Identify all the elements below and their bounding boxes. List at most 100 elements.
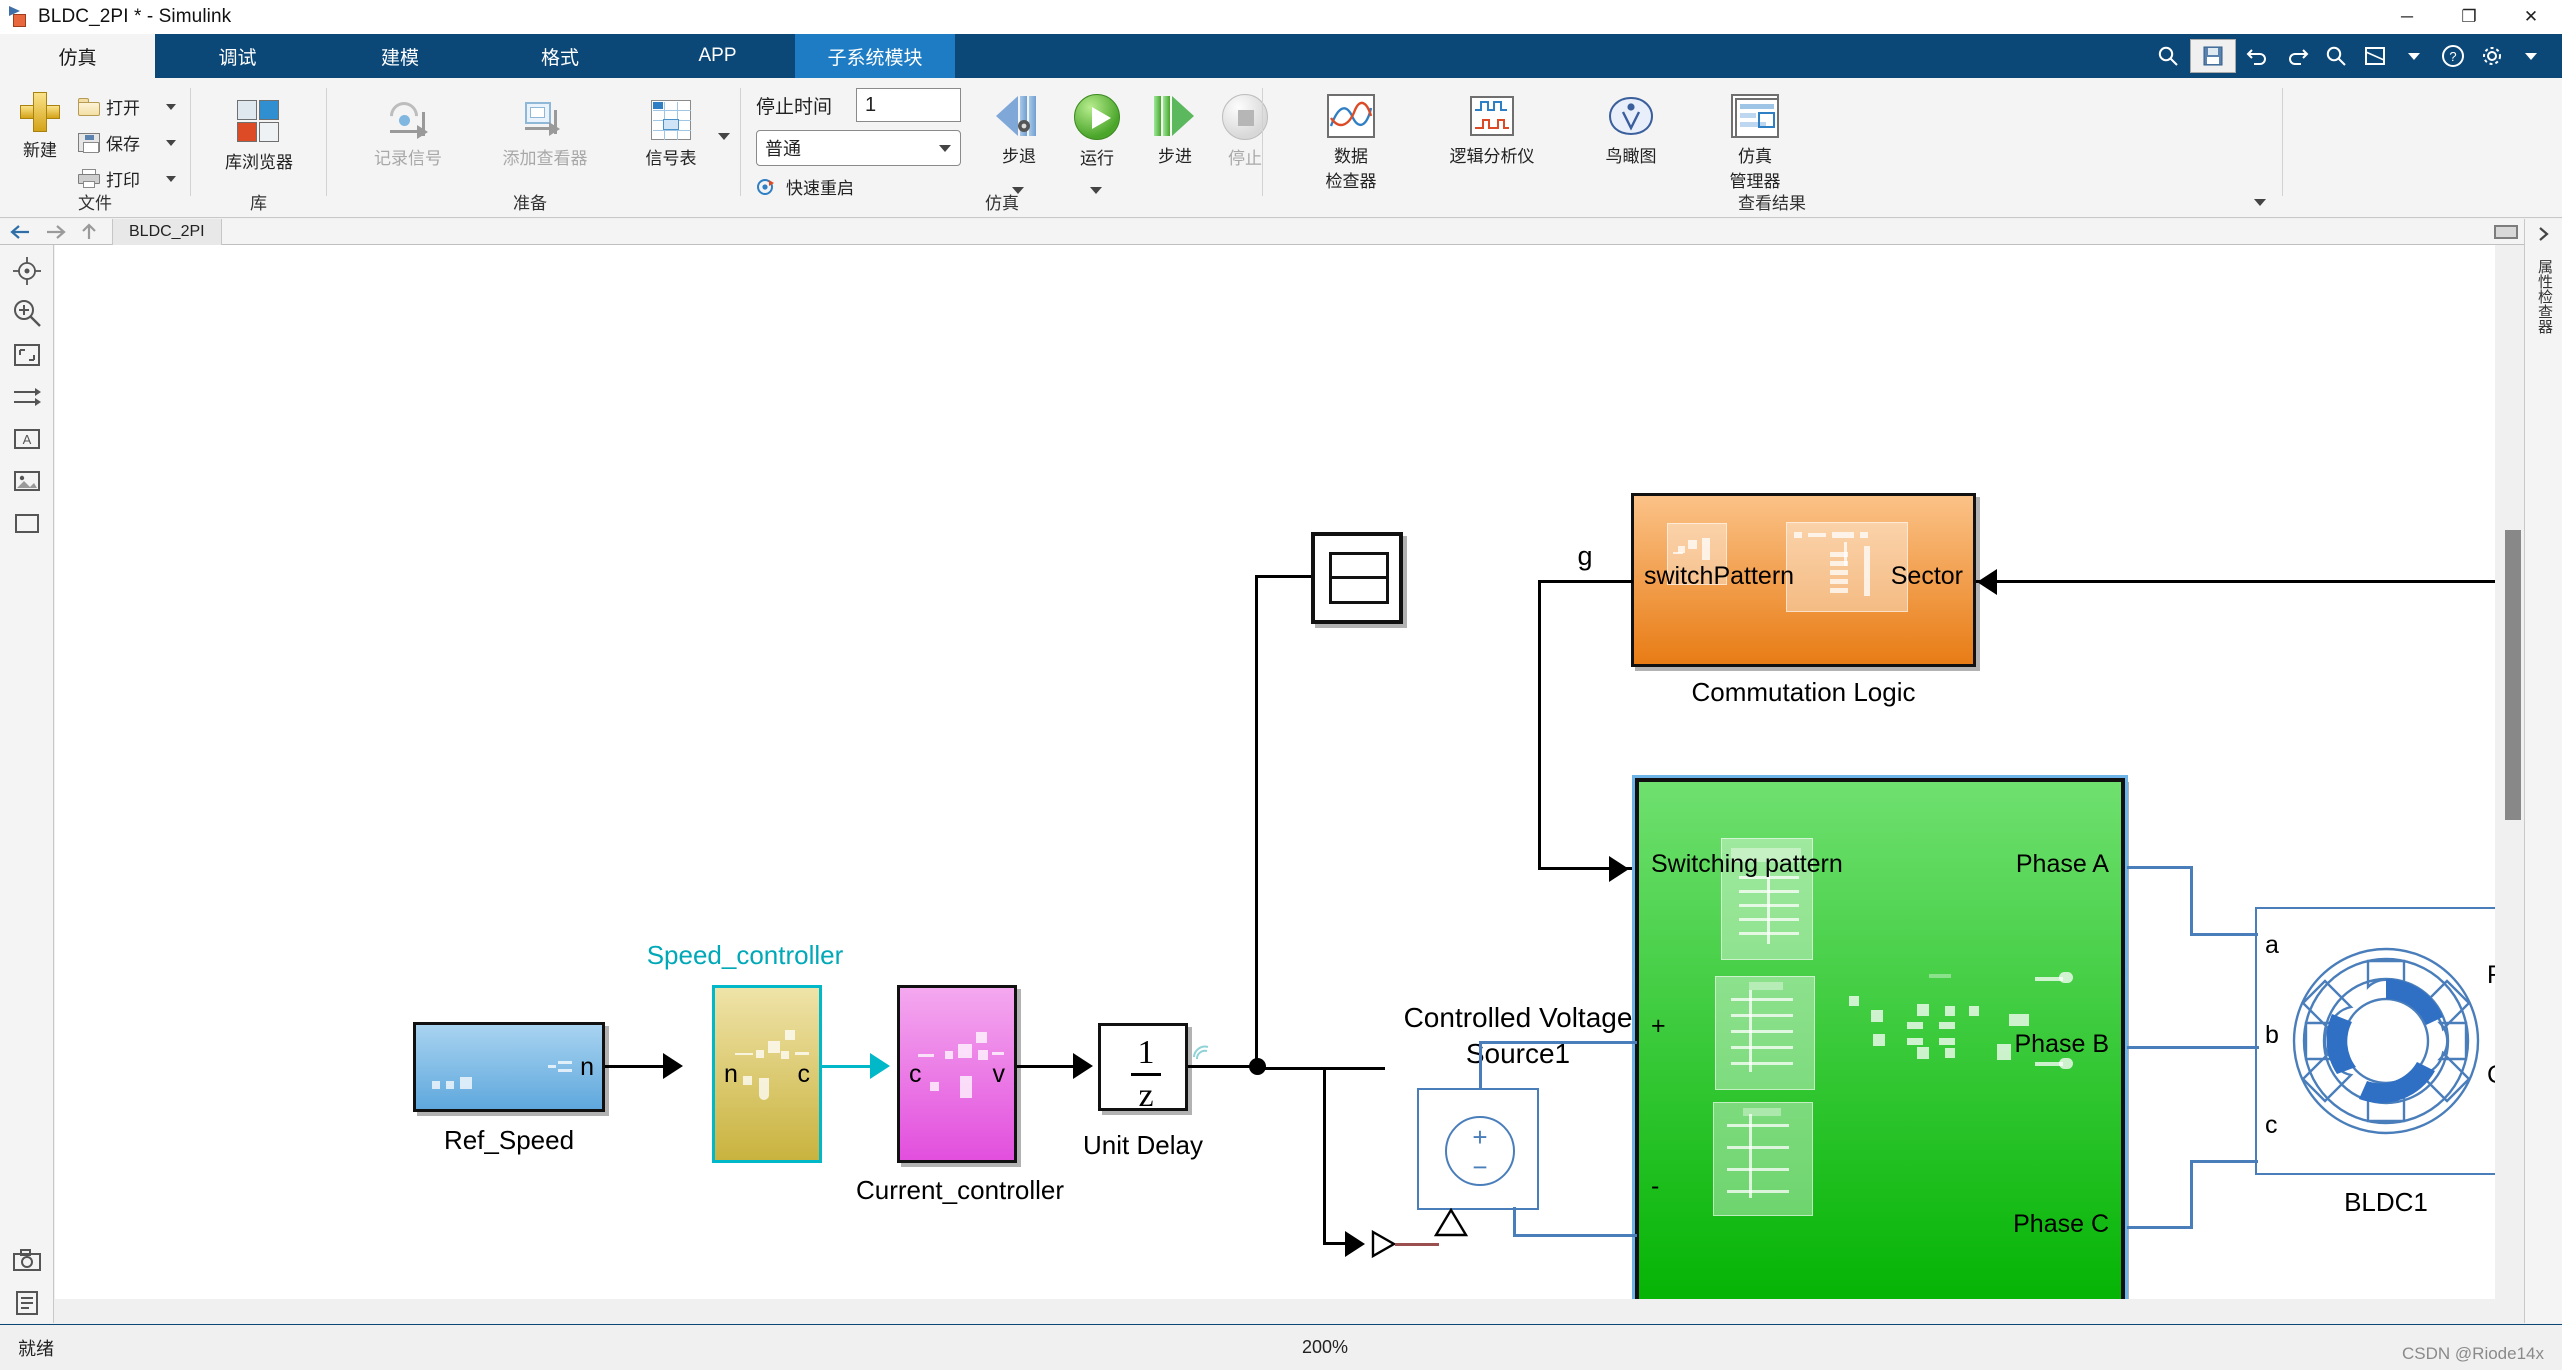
property-inspector-collapse-icon[interactable] <box>2533 225 2555 248</box>
open-chevron-down-icon[interactable] <box>166 104 176 110</box>
tab-subsystem-block[interactable]: 子系统模块 <box>795 34 955 78</box>
help-icon[interactable]: ? <box>2436 39 2470 73</box>
model-canvas[interactable]: n Ref_Speed Speed_controller n c <box>55 245 2495 1299</box>
bldc-port-c-label: c <box>2265 1111 2278 1140</box>
step-forward-button[interactable]: 步进 <box>1140 94 1210 167</box>
wire-g-to-commutation <box>1538 580 1633 583</box>
block-current-controller[interactable]: c v <box>897 985 1017 1163</box>
add-viewer-button[interactable]: 添加查看器 <box>477 100 613 169</box>
library-grid-icon <box>237 100 281 144</box>
log-signals-button[interactable]: 记录信号 <box>343 100 473 169</box>
annotation-text-icon[interactable]: A <box>11 423 43 455</box>
canvas-toolbar: BLDC_2PI <box>0 219 2562 245</box>
play-icon <box>1074 94 1120 140</box>
minimize-button[interactable]: ─ <box>2376 0 2438 34</box>
wire-phaseb <box>2127 1046 2259 1049</box>
settings-icon[interactable] <box>2475 39 2509 73</box>
vertical-scroll-thumb[interactable] <box>2505 530 2521 820</box>
inverter-phase-a-port-label: Phase A <box>2016 850 2109 879</box>
wire-speedctl-currctl <box>822 1065 874 1068</box>
tab-simulation[interactable]: 仿真 <box>0 34 155 78</box>
mode-chevron-down-icon[interactable] <box>939 145 951 152</box>
fit-to-view-icon[interactable] <box>2358 39 2392 73</box>
window-title: BLDC_2PI * - Simulink <box>38 6 231 28</box>
simulation-mode-select[interactable]: 普通 <box>756 130 961 166</box>
inverter-phase-c-port-label: Phase C <box>2013 1210 2109 1239</box>
fit-to-window-icon[interactable] <box>11 339 43 371</box>
birds-eye-scope-button[interactable]: 鸟瞰图 <box>1576 94 1686 167</box>
pan-icon[interactable] <box>11 255 43 287</box>
logic-analyzer-button[interactable]: 逻辑分析仪 <box>1422 94 1562 167</box>
maximize-button[interactable]: ❐ <box>2438 0 2500 34</box>
undo-icon[interactable] <box>2241 39 2275 73</box>
block-commutation-logic[interactable]: switchPattern Sector <box>1631 493 1976 667</box>
library-browser-button[interactable]: 库浏览器 <box>211 100 307 173</box>
fit-chevron-down-icon[interactable] <box>2397 39 2431 73</box>
stop-time-input[interactable]: 1 <box>856 88 961 122</box>
run-button[interactable]: 运行 <box>1062 94 1132 169</box>
back-arrow-icon[interactable] <box>8 221 34 243</box>
area-rectangle-icon[interactable] <box>11 507 43 539</box>
forward-arrow-icon[interactable] <box>42 221 68 243</box>
camera-snapshot-icon[interactable] <box>11 1245 43 1277</box>
canvas-left-toolbar: A <box>0 245 54 1323</box>
arrow-currctl-unitdelay <box>1073 1053 1093 1079</box>
save-icon[interactable] <box>2190 39 2236 73</box>
wire-currctl-unitdelay <box>1017 1065 1079 1068</box>
canvas-vertical-scrollbar[interactable] <box>2502 245 2524 1299</box>
terminator-triangle-icon <box>1371 1229 1397 1259</box>
model-info-icon[interactable] <box>11 1287 43 1319</box>
step-back-icon <box>996 94 1042 138</box>
tab-modeling[interactable]: 建模 <box>320 34 480 78</box>
arrow-speedctl-currctl <box>870 1053 890 1079</box>
zoom-in-icon[interactable] <box>11 297 43 329</box>
block-speed-controller[interactable]: n c <box>712 985 822 1163</box>
block-controlled-voltage-source[interactable]: + − <box>1417 1088 1539 1210</box>
tab-format[interactable]: 格式 <box>480 34 640 78</box>
print-chevron-down-icon[interactable] <box>166 176 176 182</box>
tab-debug[interactable]: 调试 <box>155 34 320 78</box>
zoom-icon[interactable] <box>2319 39 2353 73</box>
step-back-button[interactable]: 步退 <box>984 94 1054 167</box>
print-button[interactable]: 打印 <box>78 166 176 191</box>
printer-icon <box>78 169 100 188</box>
new-button[interactable]: 新建 <box>8 92 72 161</box>
svg-text:A: A <box>23 432 32 447</box>
folder-icon <box>78 98 100 116</box>
block-label-ref-speed: Ref_Speed <box>413 1125 605 1156</box>
block-label-speed-controller: Speed_controller <box>595 940 895 971</box>
ribbon-group-simulate: 停止时间 1 普通 快速重启 步退 <box>744 78 1260 218</box>
settings-chevron-down-icon[interactable] <box>2514 39 2548 73</box>
group-label-library: 库 <box>191 189 326 214</box>
block-ref-speed[interactable]: n <box>413 1022 605 1112</box>
wire-cvs-plus-vertical <box>1479 1041 1482 1090</box>
block-scope[interactable] <box>1311 532 1403 624</box>
up-arrow-icon[interactable] <box>76 221 102 243</box>
canvas-panel-toggle-icon[interactable] <box>2494 225 2518 239</box>
signal-arrow-icon[interactable] <box>11 381 43 413</box>
data-inspector-button[interactable]: 数据 检查器 <box>1296 94 1406 192</box>
breadcrumb[interactable]: BLDC_2PI <box>112 219 222 245</box>
group-label-prepare: 准备 <box>327 189 733 214</box>
simulation-manager-button[interactable]: 仿真 管理器 <box>1700 94 1810 192</box>
image-annotation-icon[interactable] <box>11 465 43 497</box>
block-bldc-motor[interactable]: a b c R C <box>2255 907 2495 1175</box>
signal-table-button[interactable]: 信号表 <box>619 100 723 169</box>
prepare-expand-chevron-icon[interactable] <box>718 140 730 158</box>
viewer-icon <box>523 100 567 140</box>
open-button[interactable]: 打开 <box>78 94 176 119</box>
save-button[interactable]: 保存 <box>78 130 176 155</box>
arrow-terminator <box>1345 1231 1365 1257</box>
property-inspector-rail[interactable]: 属性检查器 <box>2524 219 2562 1323</box>
tab-apps[interactable]: APP <box>640 34 795 78</box>
search-icon[interactable] <box>2151 39 2185 73</box>
redo-icon[interactable] <box>2280 39 2314 73</box>
block-unit-delay[interactable]: 1 z <box>1098 1023 1188 1111</box>
table-icon <box>651 100 691 140</box>
save-chevron-down-icon[interactable] <box>166 140 176 146</box>
close-button[interactable]: ✕ <box>2500 0 2562 34</box>
cvs-plus-label: + <box>1419 1122 1541 1153</box>
ribbon-group-prepare: 记录信号 添加查看器 信号表 准备 <box>327 78 733 218</box>
plus-icon <box>20 92 60 132</box>
wire-terminator-red <box>1395 1243 1439 1246</box>
